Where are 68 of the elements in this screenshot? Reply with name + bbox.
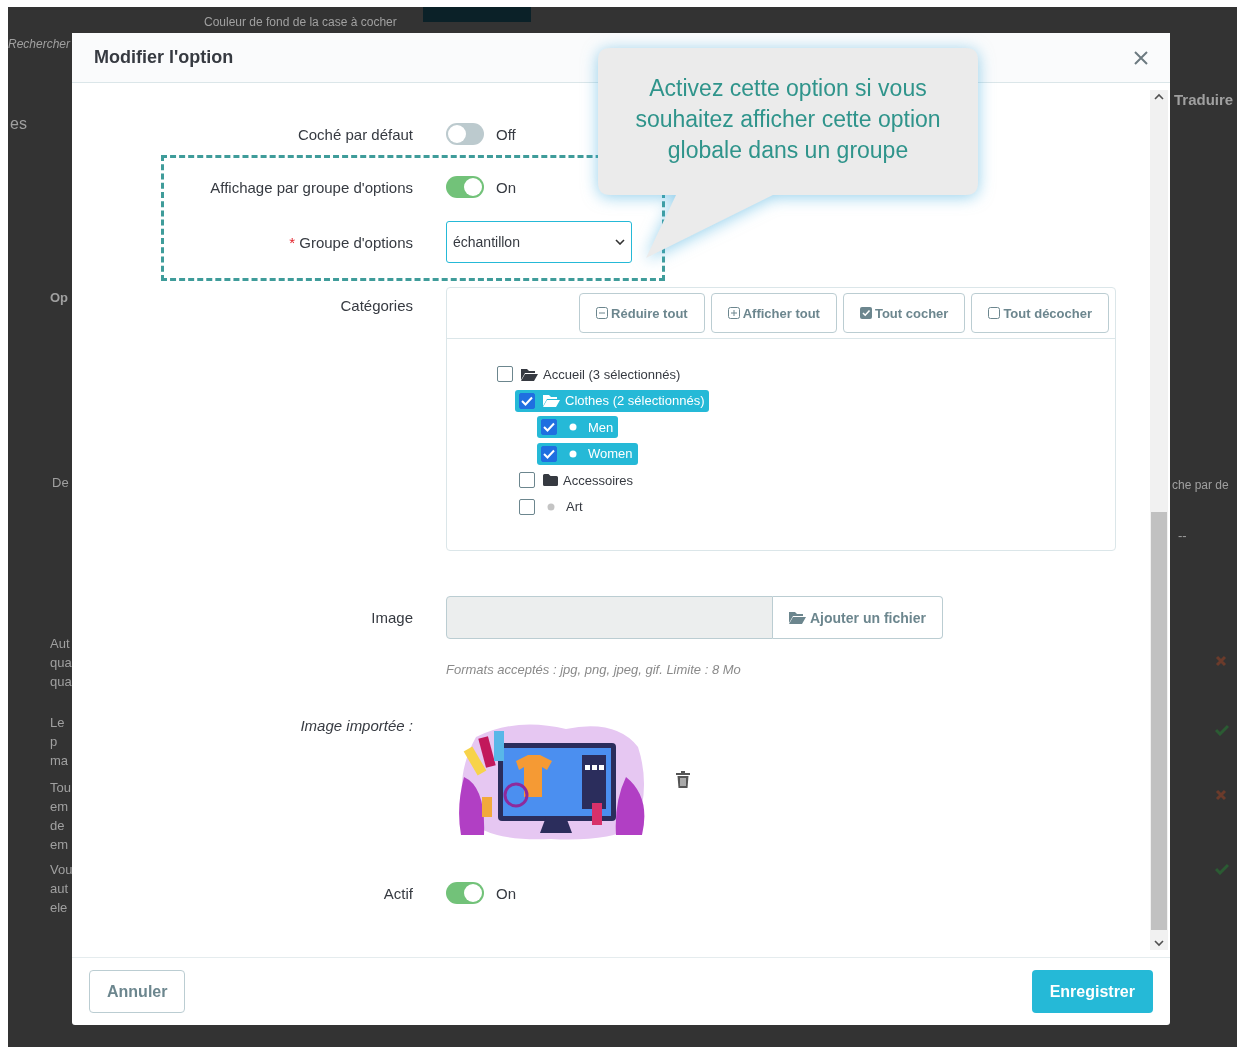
checkbox-icon bbox=[988, 307, 1001, 319]
toggle-switch[interactable] bbox=[446, 882, 484, 904]
tree-item[interactable]: Women bbox=[537, 442, 638, 465]
file-name-field[interactable] bbox=[446, 596, 773, 639]
checkbox[interactable] bbox=[541, 445, 557, 462]
field-label: Groupe d'options bbox=[298, 233, 413, 251]
background-text: Aut qua qua bbox=[50, 635, 72, 691]
background-text: Vou aut ele bbox=[50, 861, 72, 917]
field-label: Image bbox=[370, 609, 413, 626]
check-icon bbox=[1215, 863, 1229, 875]
field-label: Affichage par groupe d'options bbox=[209, 178, 413, 196]
checkbox[interactable] bbox=[541, 419, 557, 435]
background-text: Rechercher bbox=[8, 36, 72, 53]
checked-box-icon bbox=[859, 307, 872, 319]
tree-item[interactable]: Accueil (3 sélectionnés) bbox=[497, 363, 686, 385]
toggle-switch[interactable] bbox=[446, 123, 484, 145]
check-icon bbox=[543, 422, 555, 432]
dot-icon bbox=[569, 449, 577, 458]
modal-title: Modifier l'option bbox=[94, 47, 234, 68]
checkbox[interactable] bbox=[519, 472, 535, 488]
callout-text: Activez cette option si vous souhaitez afficher cette option globale dans un groupe bbox=[634, 74, 942, 165]
field-label: Coché par défaut bbox=[296, 125, 413, 143]
help-text: Formats acceptés : jpg, png, jpeg, gif. Limite : 8 Mo bbox=[446, 662, 742, 677]
tree-item[interactable]: Art bbox=[519, 495, 588, 518]
check-icon bbox=[543, 448, 555, 459]
close-icon[interactable] bbox=[1133, 49, 1149, 66]
cross-icon bbox=[1215, 655, 1227, 667]
caret-icon bbox=[615, 239, 625, 245]
background-text: Tou em de em bbox=[50, 779, 72, 854]
background-text: Couleur de fond de la case à cocher bbox=[204, 15, 397, 29]
toggle-state: Off bbox=[496, 125, 516, 143]
background-text: -- bbox=[1178, 528, 1188, 543]
background-text: Le p ma bbox=[50, 714, 70, 770]
background-text: che par de bbox=[1172, 478, 1230, 492]
tree-item[interactable]: Clothes (2 sélectionnés) bbox=[515, 389, 710, 412]
checkbox[interactable] bbox=[519, 392, 535, 409]
tree-button[interactable]: Afficher tout bbox=[710, 293, 837, 333]
field-label: Image importée : bbox=[299, 717, 413, 734]
save-button[interactable]: Enregistrer bbox=[1031, 970, 1153, 1013]
trash-icon bbox=[676, 771, 690, 788]
toggle-state: On bbox=[496, 178, 516, 196]
checkbox[interactable] bbox=[519, 498, 535, 515]
tree-button[interactable]: Tout décocher bbox=[971, 293, 1109, 333]
background-text: De bbox=[52, 474, 70, 492]
background-text: Op bbox=[50, 289, 70, 307]
cancel-button[interactable]: Annuler bbox=[89, 970, 186, 1013]
required-mark: * bbox=[289, 233, 296, 251]
field-label: Catégories bbox=[339, 296, 413, 314]
add-file-button[interactable]: Ajouter un fichier bbox=[773, 596, 943, 639]
toggle-state: On bbox=[496, 884, 516, 902]
check-icon bbox=[1215, 724, 1229, 736]
tree-button[interactable]: Tout cocher bbox=[842, 293, 966, 333]
dot-icon bbox=[547, 502, 555, 511]
background-text: Traduire bbox=[1174, 91, 1235, 108]
field-label: Actif bbox=[382, 884, 413, 902]
background-text: es bbox=[10, 114, 28, 133]
toggle-switch[interactable] bbox=[446, 176, 484, 198]
dot-icon bbox=[569, 423, 577, 431]
select-field[interactable]: échantillon bbox=[446, 221, 632, 263]
check-icon bbox=[521, 395, 533, 406]
tree-item[interactable]: Accessoires bbox=[519, 469, 639, 491]
plus-square-icon bbox=[727, 307, 740, 319]
tree-button[interactable]: Réduire tout bbox=[579, 293, 705, 333]
checkbox[interactable] bbox=[497, 366, 513, 382]
open-folder-icon bbox=[789, 611, 806, 624]
minus-square-icon bbox=[596, 307, 609, 319]
tree-item[interactable]: Men bbox=[537, 416, 619, 438]
cross-icon bbox=[1215, 789, 1227, 801]
